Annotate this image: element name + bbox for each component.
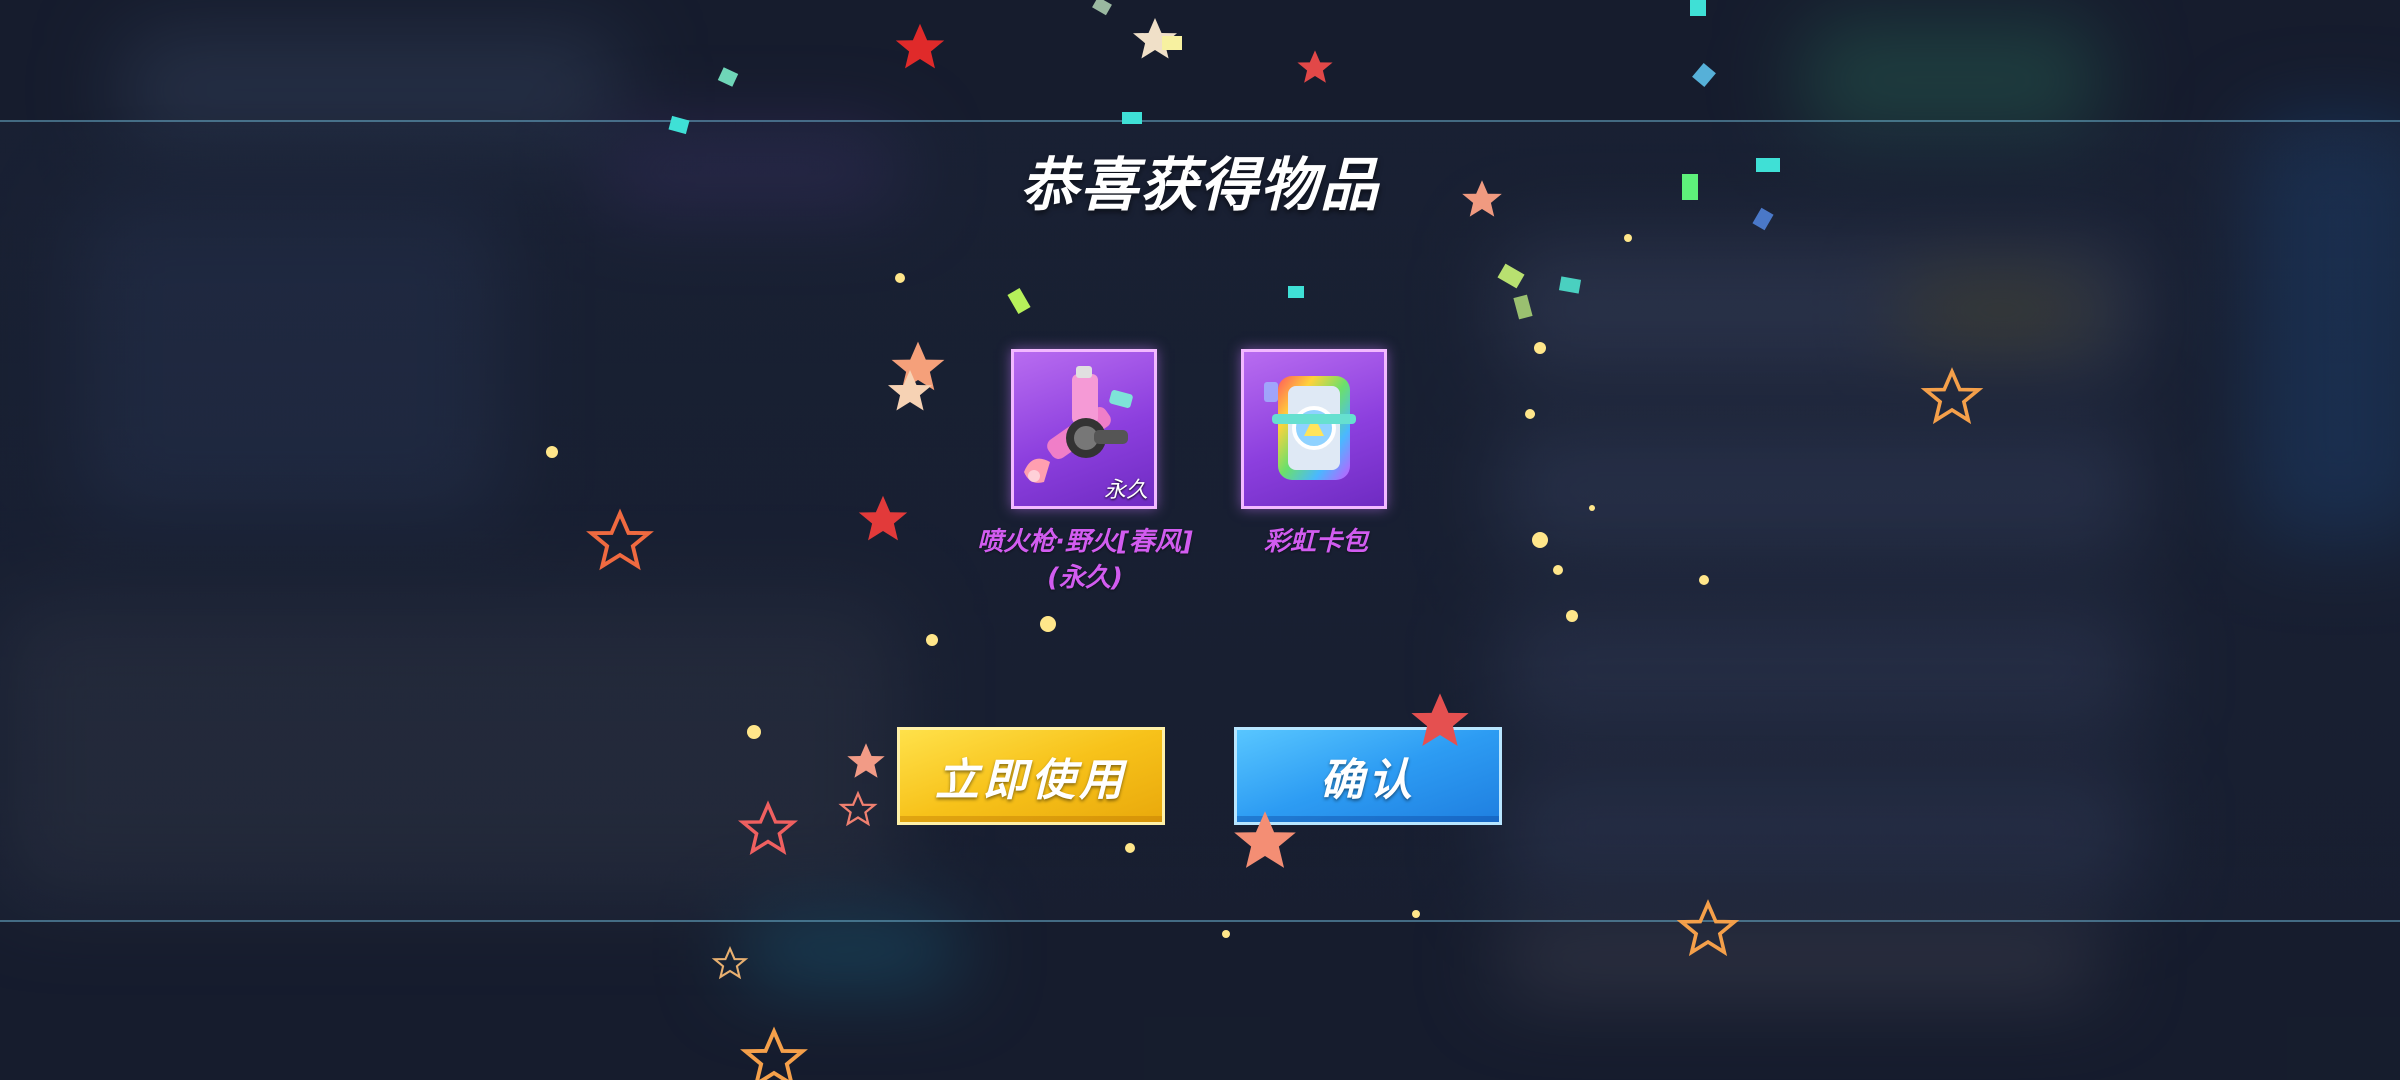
reward-item-name-line2: (永久) [1047, 563, 1123, 593]
reward-item-card-pack[interactable] [1241, 349, 1387, 509]
reward-item-name-line1: 喷火枪·野火[春风] [977, 527, 1193, 557]
dialog-band [0, 120, 2400, 922]
reward-item-name-line1: 彩虹卡包 [1263, 527, 1368, 557]
reward-item-flamethrower[interactable]: 永久 [1011, 349, 1157, 509]
use-now-button[interactable]: 立即使用 [897, 727, 1165, 825]
permanent-badge: 永久 [1103, 478, 1148, 503]
reward-item-name: 彩虹卡包 [1191, 524, 1441, 560]
dialog-title: 恭喜获得物品 [1019, 151, 1380, 219]
card-pack-icon [1264, 376, 1356, 480]
confirm-button[interactable]: 确认 [1234, 727, 1502, 825]
reward-item-name: 喷火枪·野火[春风] (永久) [960, 524, 1210, 596]
